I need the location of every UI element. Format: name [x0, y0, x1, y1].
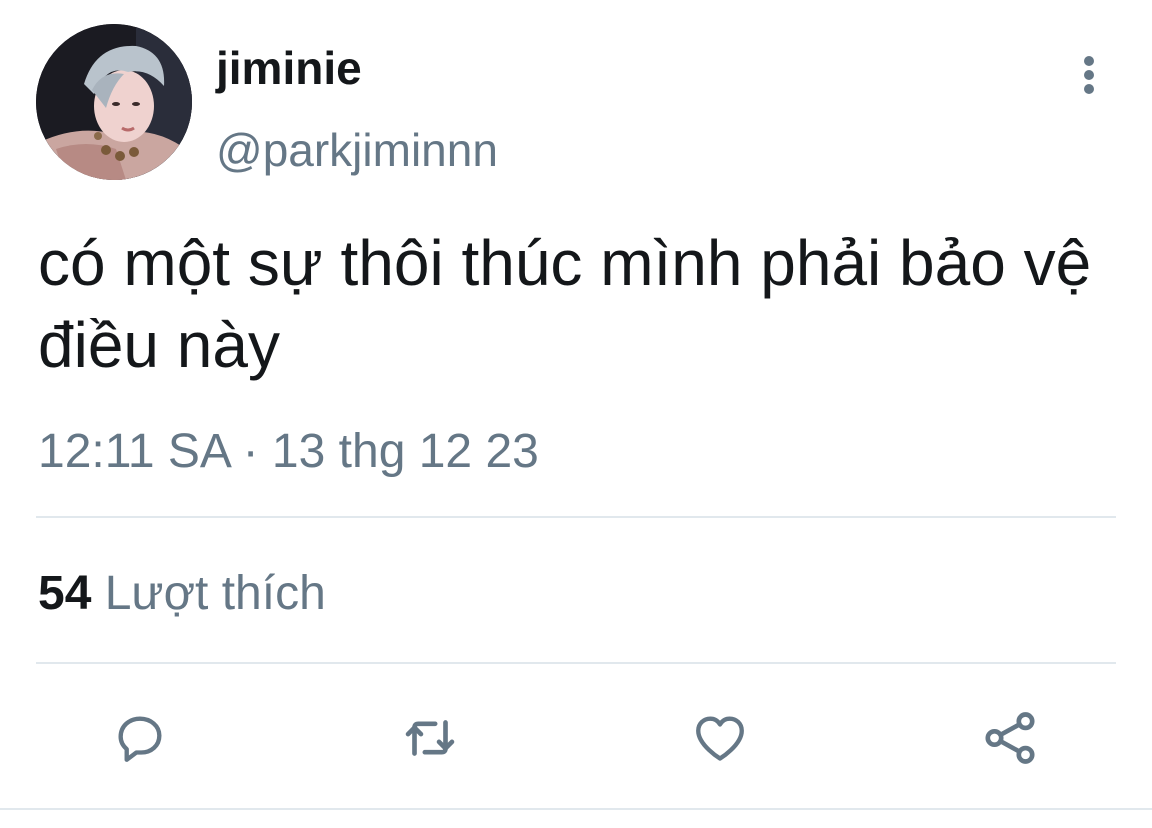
retweet-button[interactable]	[398, 706, 462, 770]
likes-label: Lượt thích	[104, 567, 326, 620]
more-options-button[interactable]	[1066, 52, 1112, 98]
divider	[36, 662, 1116, 664]
tweet-timestamp[interactable]: 12:11 SA · 13 thg 12 23	[38, 420, 539, 484]
share-icon	[985, 712, 1035, 764]
reply-button[interactable]	[108, 706, 172, 770]
tweet-text: có một sự thôi thúc mình phải bảo vệ điề…	[38, 227, 1092, 381]
likes-count: 54	[38, 567, 92, 620]
more-vertical-icon	[1084, 56, 1094, 94]
divider	[0, 808, 1152, 810]
share-button[interactable]	[978, 706, 1042, 770]
display-name[interactable]: jiminie	[216, 38, 362, 98]
likes-stat[interactable]: 54 Lượt thích	[38, 562, 326, 626]
retweet-icon	[405, 720, 455, 756]
divider	[36, 516, 1116, 518]
avatar[interactable]	[36, 24, 192, 180]
like-button[interactable]	[688, 706, 752, 770]
heart-icon	[696, 716, 744, 761]
reply-icon	[118, 716, 162, 762]
avatar-image	[36, 24, 192, 180]
user-handle[interactable]: @parkjiminnn	[216, 120, 498, 180]
tweet-detail: jiminie @parkjiminnn có một sự thôi thúc…	[0, 0, 1152, 828]
